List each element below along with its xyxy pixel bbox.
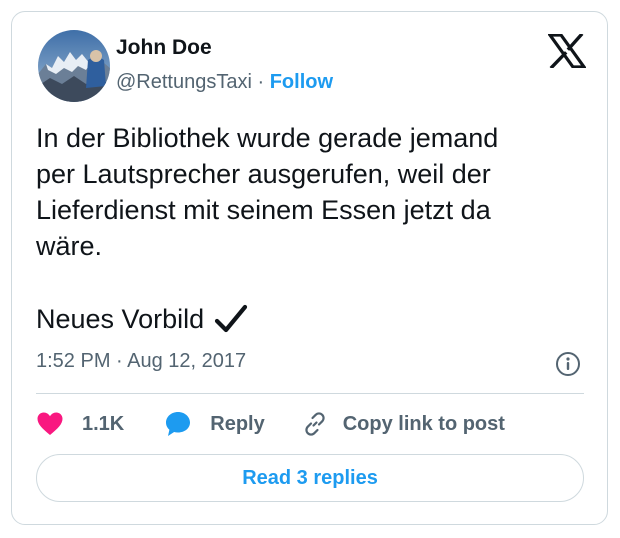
reply-button[interactable]: Reply <box>164 410 265 438</box>
heart-icon <box>37 412 63 435</box>
like-count: 1.1K <box>82 412 125 435</box>
tweet-closing-text: Neues Vorbild <box>36 304 205 334</box>
link-icon <box>305 412 325 436</box>
separator-dot: · <box>257 71 265 93</box>
avatar[interactable] <box>38 30 110 102</box>
reply-label: Reply <box>210 412 265 435</box>
tweet-timestamp[interactable]: 1:52 PM · Aug 12, 2017 <box>36 350 246 373</box>
tweet-card: John Doe @RettungsTaxi · Follow In der B… <box>11 11 608 525</box>
tweet-text: In der Bibliothek wurde gerade jemand pe… <box>36 123 499 261</box>
checkmark-icon <box>215 304 248 333</box>
divider <box>36 393 584 394</box>
info-icon[interactable] <box>555 351 581 377</box>
x-logo-icon[interactable] <box>548 34 586 68</box>
read-replies-button[interactable]: Read 3 replies <box>36 454 584 502</box>
author-handle-row: @RettungsTaxi · Follow <box>116 71 333 94</box>
tweet-closing-line: Neues Vorbild <box>36 301 248 337</box>
follow-button[interactable]: Follow <box>270 71 333 93</box>
copy-link-label: Copy link to post <box>342 412 505 435</box>
avatar-image <box>38 30 110 102</box>
author-name[interactable]: John Doe <box>116 36 212 60</box>
speech-bubble-icon <box>166 412 191 436</box>
like-button[interactable]: 1.1K <box>36 411 124 437</box>
action-bar: 1.1K Reply Copy link to post <box>36 408 505 440</box>
author-handle[interactable]: @RettungsTaxi <box>116 71 252 93</box>
copy-link-button[interactable]: Copy link to post <box>301 410 505 438</box>
